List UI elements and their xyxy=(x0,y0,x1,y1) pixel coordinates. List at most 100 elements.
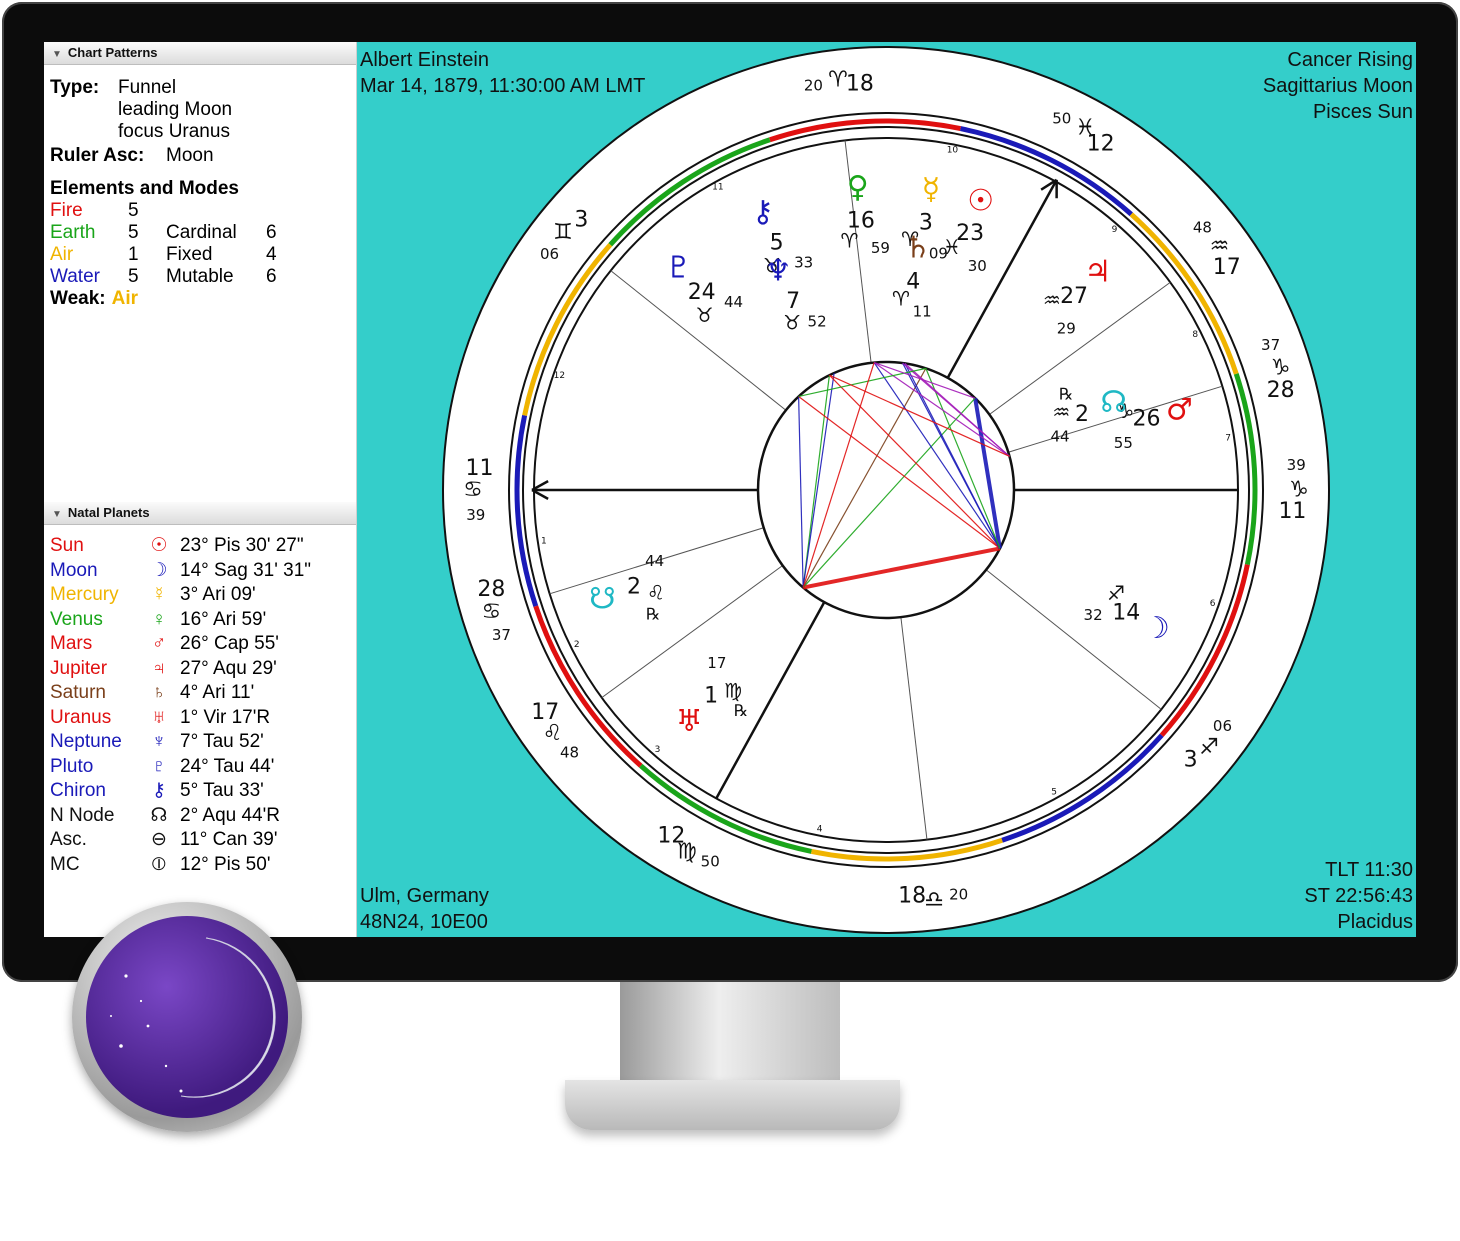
chart-patterns-title: Chart Patterns xyxy=(67,45,158,60)
planet-sign-icon: ♉ xyxy=(696,303,714,327)
cusp-sign-icon: ♐ xyxy=(1199,735,1219,760)
uranus-glyph-icon: ♅ xyxy=(151,706,167,728)
disclosure-triangle-icon[interactable]: ▼ xyxy=(52,504,62,526)
cusp-degree: 18 xyxy=(846,71,874,96)
planet-name: Uranus xyxy=(50,706,112,728)
jupiter-glyph-icon: ♃ xyxy=(151,657,167,679)
cusp-degree: 28 xyxy=(1267,378,1295,403)
mode-cardinal-count: 6 xyxy=(266,222,277,243)
cusp-sign-icon: ♊ xyxy=(553,220,573,245)
planet-name: Sun xyxy=(50,535,84,556)
planet-name: Chiron xyxy=(50,780,106,801)
house-number: 2 xyxy=(574,640,580,650)
planet-position: 27° Aqu 29' xyxy=(180,657,277,679)
house-number: 10 xyxy=(947,145,959,155)
cusp-minute: 06 xyxy=(1213,717,1232,735)
chart-patterns-header[interactable]: ▼ Chart Patterns xyxy=(44,42,356,65)
planet-row[interactable]: Sun ☉ 23° Pis 30' 27" xyxy=(50,534,350,559)
moon-planet-icon: ☽ xyxy=(1143,611,1170,646)
planet-row[interactable]: Mars ♂ 26° Cap 55' xyxy=(50,632,350,657)
planet-minute: 11 xyxy=(913,303,932,321)
house-number: 8 xyxy=(1192,330,1198,340)
planet-degree: 24 xyxy=(688,280,716,305)
mode-cardinal-label: Cardinal xyxy=(166,222,237,243)
planet-sign-icon: ♒ xyxy=(1043,288,1061,312)
cusp-sign-icon: ♍ xyxy=(677,839,697,864)
app-logo-face xyxy=(86,916,288,1118)
cusp-sign-icon: ♋ xyxy=(481,599,501,624)
mars-glyph-icon: ♂ xyxy=(151,633,167,654)
planet-position: 4° Ari 11' xyxy=(180,682,255,703)
planet-minute: 29 xyxy=(1057,320,1076,338)
planet-row[interactable]: MC ⦶ 12° Pis 50' xyxy=(50,853,350,878)
cusp-sign-icon: ♑ xyxy=(1271,356,1291,381)
planet-row[interactable]: Moon ☽ 14° Sag 31' 31" xyxy=(50,559,350,584)
mc-glyph-icon: ⦶ xyxy=(152,853,166,875)
planet-row[interactable]: Pluto ♇ 24° Tau 44' xyxy=(50,755,350,780)
planet-degree: 27 xyxy=(1060,284,1088,309)
house-number: 3 xyxy=(655,745,661,755)
planet-row[interactable]: Neptune ♆ 7° Tau 52' xyxy=(50,730,350,755)
planet-row[interactable]: Uranus ♅ 1° Vir 17'R xyxy=(50,706,350,731)
cusp-minute: 39 xyxy=(466,506,485,524)
planet-position: 1° Vir 17'R xyxy=(180,706,271,728)
planet-name: Saturn xyxy=(50,682,106,703)
natal-chart-wheel[interactable]: 11♋39128♋37217♌48 312♍ 50418♎ 2053♐06611♑39… xyxy=(357,42,1416,937)
planet-row[interactable]: N Node ☊ 2° Aqu 44'R xyxy=(50,804,350,829)
house-number: 11 xyxy=(712,183,723,193)
planet-degree: 2 xyxy=(627,574,641,599)
disclosure-triangle-icon[interactable]: ▼ xyxy=(52,44,62,66)
planet-degree: 2 xyxy=(1075,402,1089,427)
cusp-sign-icon: ♈ xyxy=(828,67,848,92)
house-number: 6 xyxy=(1210,599,1216,609)
planet-position: 3° Ari 09' xyxy=(180,584,256,605)
planet-name: N Node xyxy=(50,804,115,826)
planet-row[interactable]: Venus ♀ 16° Ari 59' xyxy=(50,608,350,633)
elements-modes-title: Elements and Modes xyxy=(50,178,239,199)
planet-row[interactable]: Mercury ☿ 3° Ari 09' xyxy=(50,583,350,608)
planet-name: Asc. xyxy=(50,829,87,850)
cusp-minute: 48 xyxy=(560,743,579,761)
planet-position: 2° Aqu 44'R xyxy=(180,804,280,826)
planet-position: 26° Cap 55' xyxy=(180,633,279,654)
saturn-planet-icon: ♄ xyxy=(904,231,931,266)
planet-sign-icon: ♐ xyxy=(1107,581,1125,605)
planet-minute: 55 xyxy=(1114,434,1133,452)
planet-row[interactable]: Chiron ⚷ 5° Tau 33' xyxy=(50,779,350,804)
app-logo xyxy=(72,902,302,1132)
mode-fixed-count: 4 xyxy=(266,244,277,265)
cusp-minute: 20 xyxy=(804,76,823,94)
natal-planets-header[interactable]: ▼ Natal Planets xyxy=(44,502,356,525)
planet-name: Mars xyxy=(50,633,93,654)
chart-wheel-area: Albert Einstein Mar 14, 1879, 11:30:00 A… xyxy=(357,42,1416,937)
planet-position: 14° Sag 31' 31" xyxy=(180,559,312,581)
planet-row[interactable]: Saturn ♄ 4° Ari 11' xyxy=(50,681,350,706)
planet-sign-icon: ♈ xyxy=(841,229,859,253)
cusp-degree: 3 xyxy=(574,208,588,233)
house-number: 1 xyxy=(541,537,547,547)
planet-minute: 52 xyxy=(808,313,827,331)
element-water-label: Water xyxy=(50,266,100,287)
planet-name: Venus xyxy=(50,608,103,630)
element-water-count: 5 xyxy=(128,266,139,287)
ruler-asc-label: Ruler Asc: xyxy=(50,145,145,166)
element-air-label: Air xyxy=(50,244,74,265)
venus-planet-icon: ♀ xyxy=(847,170,869,205)
element-earth-label: Earth xyxy=(50,222,96,243)
neptune-glyph-icon: ♆ xyxy=(151,731,167,752)
jupiter-planet-icon: ♃ xyxy=(1084,254,1111,289)
house-number: 4 xyxy=(817,825,823,835)
mode-count xyxy=(266,200,296,222)
natal-planets-title: Natal Planets xyxy=(67,505,150,520)
cusp-minute: 37 xyxy=(1261,336,1280,354)
uranus-planet-icon: ♅ xyxy=(676,704,703,739)
planet-position: 23° Pis 30' 27" xyxy=(180,535,304,556)
planet-row[interactable]: Asc. ⊖ 11° Can 39' xyxy=(50,828,350,853)
planet-row[interactable]: Jupiter ♃ 27° Aqu 29' xyxy=(50,657,350,682)
monitor-stand-neck xyxy=(620,982,840,1082)
planet-degree: 26 xyxy=(1132,406,1160,431)
sun-planet-icon: ☉ xyxy=(967,184,994,219)
mode-label xyxy=(166,200,266,222)
planet-minute: 30 xyxy=(968,257,987,275)
pattern-type-line: Funnel xyxy=(118,77,177,98)
